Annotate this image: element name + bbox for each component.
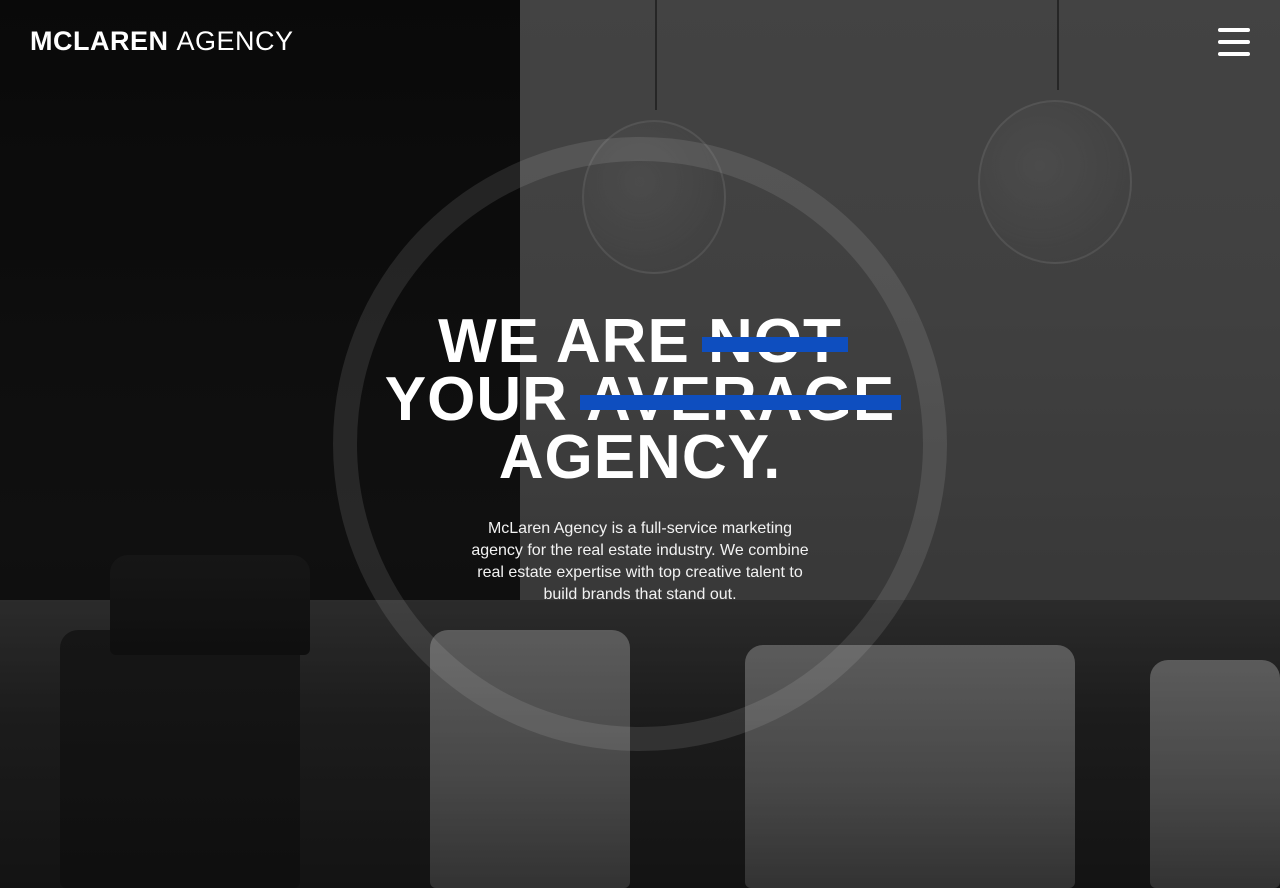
headline-line-2: YOUR AVERAGE: [340, 365, 940, 434]
menu-bar: [1218, 52, 1250, 56]
hero-description: McLaren Agency is a full-service marketi…: [471, 520, 809, 603]
menu-bar: [1218, 40, 1250, 44]
hero-section: MCLAREN AGENCY WE ARE NOT YOUR AVERAGE AG…: [0, 0, 1280, 888]
site-logo[interactable]: MCLAREN AGENCY: [30, 26, 294, 56]
menu-bar: [1218, 28, 1250, 32]
hamburger-menu-icon[interactable]: [1218, 28, 1250, 56]
logo-strong-text: MCLAREN: [30, 26, 169, 56]
headline-struck-word: AVERAGE: [580, 365, 902, 434]
headline-line-1: WE ARE NOT: [340, 307, 940, 376]
headline-line-3: AGENCY.: [498, 423, 782, 492]
logo-light-text: AGENCY: [176, 26, 294, 56]
hero-headline: WE ARE NOT YOUR AVERAGE AGENCY.: [340, 307, 940, 492]
headline-struck-word: NOT: [702, 307, 848, 376]
